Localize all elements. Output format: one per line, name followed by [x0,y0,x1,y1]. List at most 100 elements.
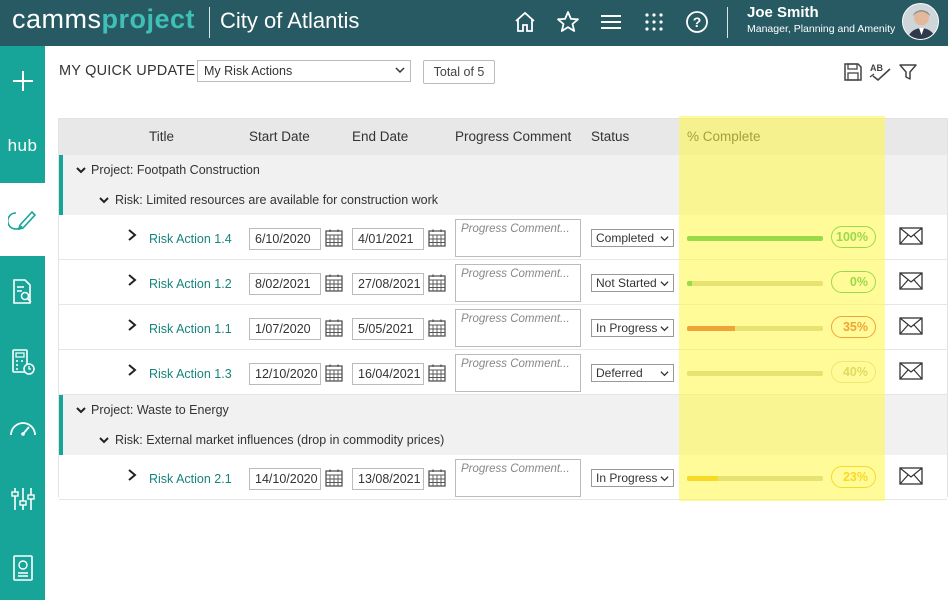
email-icon[interactable] [899,272,923,290]
status-select[interactable]: In Progress [591,469,674,487]
project-label: Project: Footpath Construction [91,163,260,177]
hub-icon[interactable]: hub [0,118,45,174]
status-value: Deferred [596,366,643,380]
expand-row-icon[interactable] [127,469,137,481]
progress-comment-input[interactable]: Progress Comment... [455,219,581,257]
column-progress-comment[interactable]: Progress Comment [455,129,571,144]
email-icon[interactable] [899,362,923,380]
calendar-icon[interactable] [325,319,343,337]
progress-bar-fill [687,371,742,376]
email-icon[interactable] [899,467,923,485]
risk-action-link[interactable]: Risk Action 1.4 [149,232,232,246]
risk-actions-table: Title Start Date End Date Progress Comme… [58,118,948,500]
sidebar: hub [0,46,45,600]
progress-bar-fill [687,236,823,241]
project-group-row[interactable]: Project: Footpath Construction [59,155,947,185]
calendar-icon[interactable] [428,274,446,292]
start-date-field[interactable]: 12/10/2020 [249,363,321,385]
column-status[interactable]: Status [591,129,629,144]
add-icon[interactable] [0,53,45,109]
status-select[interactable]: Not Started [591,274,674,292]
start-date-field[interactable]: 14/10/2020 [249,468,321,490]
group-accent [59,185,63,215]
chevron-down-icon [395,67,405,74]
avatar[interactable] [902,3,939,40]
risk-group-row[interactable]: Risk: External market influences (drop i… [59,425,947,455]
expand-row-icon[interactable] [127,229,137,241]
percent-complete-badge[interactable]: 0% [831,271,876,293]
help-icon[interactable]: ? [683,8,711,36]
app-logo[interactable]: cammsproject [12,4,195,35]
percent-complete-badge[interactable]: 23% [831,466,876,488]
risk-action-link[interactable]: Risk Action 1.3 [149,367,232,381]
progress-bar-fill [687,326,735,331]
end-date-field[interactable]: 4/01/2021 [352,228,424,250]
calendar-icon[interactable] [428,229,446,247]
column-end-date[interactable]: End Date [352,129,408,144]
report-search-icon[interactable] [0,264,45,320]
save-icon[interactable] [843,62,863,82]
risk-action-link[interactable]: Risk Action 2.1 [149,472,232,486]
status-select[interactable]: Deferred [591,364,674,382]
risk-filter-value: My Risk Actions [204,64,293,78]
total-count-button[interactable]: Total of 5 [423,60,495,84]
expand-row-icon[interactable] [127,274,137,286]
collapse-caret-icon[interactable] [76,165,86,175]
percent-complete-badge[interactable]: 40% [831,361,876,383]
risk-action-link[interactable]: Risk Action 1.2 [149,277,232,291]
star-icon[interactable] [554,8,582,36]
menu-icon[interactable] [597,8,625,36]
risk-group-row[interactable]: Risk: Limited resources are available fo… [59,185,947,215]
filters-icon[interactable] [0,471,45,527]
end-date-field[interactable]: 13/08/2021 [352,468,424,490]
percent-complete-badge[interactable]: 100% [831,226,876,248]
end-date-field[interactable]: 27/08/2021 [352,273,424,295]
calendar-icon[interactable] [325,364,343,382]
calendar-icon[interactable] [325,274,343,292]
spellcheck-icon[interactable]: AB [869,62,893,82]
end-date-field[interactable]: 5/05/2021 [352,318,424,340]
progress-comment-input[interactable]: Progress Comment... [455,354,581,392]
email-icon[interactable] [899,317,923,335]
collapse-caret-icon[interactable] [99,195,109,205]
progress-comment-input[interactable]: Progress Comment... [455,264,581,302]
progress-comment-input[interactable]: Progress Comment... [455,459,581,497]
risk-filter-select[interactable]: My Risk Actions [197,60,411,82]
table-row: Risk Action 1.1 1/07/2020 5/05/2021 Progres… [59,305,947,350]
column-title[interactable]: Title [149,129,174,144]
filter-icon[interactable] [898,62,918,82]
email-icon[interactable] [899,227,923,245]
home-icon[interactable] [511,8,539,36]
column-start-date[interactable]: Start Date [249,129,310,144]
calendar-icon[interactable] [325,469,343,487]
status-select[interactable]: Completed [591,229,674,247]
collapse-caret-icon[interactable] [76,405,86,415]
calendar-icon[interactable] [428,319,446,337]
table-header: Title Start Date End Date Progress Comme… [59,119,947,155]
group-accent [59,155,63,185]
apps-grid-icon[interactable] [640,8,668,36]
dashboard-gauge-icon[interactable] [0,401,45,457]
percent-complete-badge[interactable]: 35% [831,316,876,338]
risk-action-link[interactable]: Risk Action 1.1 [149,322,232,336]
document-icon[interactable] [0,540,45,596]
expand-row-icon[interactable] [127,319,137,331]
calendar-icon[interactable] [428,364,446,382]
start-date-field[interactable]: 8/02/2021 [249,273,321,295]
progress-bar-fill [687,476,719,481]
end-date-field[interactable]: 16/04/2021 [352,363,424,385]
quick-update-icon[interactable] [0,183,45,256]
calculator-clock-icon[interactable] [0,334,45,390]
start-date-field[interactable]: 1/07/2020 [249,318,321,340]
expand-row-icon[interactable] [127,364,137,376]
status-select[interactable]: In Progress [591,319,674,337]
column-percent-complete[interactable]: % Complete [687,129,761,144]
collapse-caret-icon[interactable] [99,435,109,445]
calendar-icon[interactable] [428,469,446,487]
calendar-icon[interactable] [325,229,343,247]
page-title: MY QUICK UPDATE [59,63,196,79]
project-group-row[interactable]: Project: Waste to Energy [59,395,947,425]
progress-comment-input[interactable]: Progress Comment... [455,309,581,347]
start-date-field[interactable]: 6/10/2020 [249,228,321,250]
chevron-down-icon [660,281,669,287]
